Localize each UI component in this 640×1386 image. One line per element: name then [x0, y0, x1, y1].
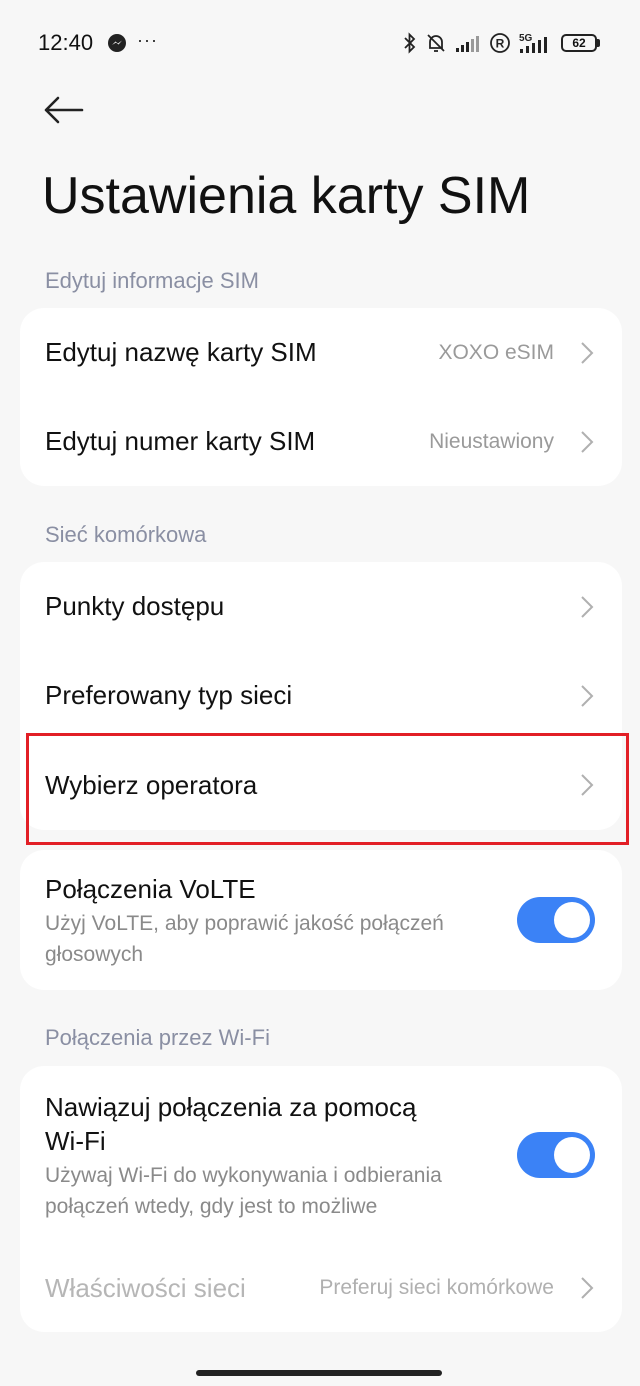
- network-type-label: 5G: [519, 33, 533, 44]
- battery-level: 62: [561, 34, 597, 52]
- section-label-wifi-calling: Połączenia przez Wi-Fi: [45, 1025, 270, 1050]
- more-notifications-icon: ···: [137, 30, 158, 50]
- roaming-icon: R: [490, 33, 510, 53]
- card-volte: Połączenia VoLTE Użyj VoLTE, aby poprawi…: [20, 850, 622, 990]
- highlight-box: [26, 733, 629, 845]
- toggle-knob: [554, 902, 590, 938]
- row-subtitle-2: głosowych: [45, 943, 144, 966]
- card-sim-info: Edytuj nazwę karty SIM XOXO eSIM Edytuj …: [20, 308, 622, 486]
- row-label: Połączenia VoLTE: [45, 874, 256, 904]
- edit-sim-number-row[interactable]: Edytuj numer karty SIM Nieustawiony: [20, 397, 622, 486]
- row-label: Edytuj numer karty SIM: [45, 426, 316, 456]
- battery-icon: 62: [561, 34, 600, 52]
- page-title: Ustawienia karty SIM: [42, 167, 531, 225]
- row-subtitle: Użyj VoLTE, aby poprawić jakość połączeń: [45, 912, 444, 935]
- chevron-right-icon: [581, 595, 594, 618]
- bell-muted-icon: [427, 34, 445, 52]
- messenger-icon: [108, 34, 126, 52]
- chevron-right-icon: [581, 430, 594, 453]
- wifi-calling-row[interactable]: Nawiązuj połączenia za pomocą Wi-Fi Używ…: [20, 1066, 622, 1244]
- access-points-row[interactable]: Punkty dostępu: [20, 562, 622, 651]
- edit-sim-name-row[interactable]: Edytuj nazwę karty SIM XOXO eSIM: [20, 308, 622, 397]
- status-bar: 12:40 ··· R 5G 62: [0, 0, 640, 86]
- back-arrow-icon[interactable]: [40, 90, 88, 130]
- row-subtitle-2: połączeń wtedy, gdy jest to możliwe: [45, 1195, 378, 1218]
- home-indicator[interactable]: [196, 1370, 442, 1376]
- network-properties-row[interactable]: Właściwości sieci Preferuj sieci komórko…: [20, 1244, 622, 1332]
- status-icons: R 5G 62: [403, 28, 600, 58]
- row-label: Właściwości sieci: [45, 1272, 246, 1303]
- signal-5g-icon: 5G: [519, 33, 547, 53]
- row-subtitle: Używaj Wi-Fi do wykonywania i odbierania: [45, 1164, 442, 1187]
- svg-text:R: R: [496, 37, 505, 51]
- volte-row[interactable]: Połączenia VoLTE Użyj VoLTE, aby poprawi…: [20, 850, 622, 990]
- section-label-mobile-network: Sieć komórkowa: [45, 522, 207, 547]
- row-value: Nieustawiony: [429, 429, 554, 453]
- row-label: Preferowany typ sieci: [45, 680, 293, 710]
- row-value: XOXO eSIM: [438, 340, 554, 364]
- row-label: Punkty dostępu: [45, 591, 225, 621]
- volte-toggle[interactable]: [517, 897, 595, 943]
- chevron-right-icon: [581, 684, 594, 707]
- bluetooth-icon: [404, 32, 416, 54]
- row-label: Edytuj nazwę karty SIM: [45, 337, 317, 367]
- chevron-right-icon: [581, 341, 594, 364]
- status-time: 12:40: [38, 30, 94, 55]
- row-label: Nawiązuj połączenia za pomocą: [45, 1092, 417, 1122]
- wifi-calling-toggle[interactable]: [517, 1132, 595, 1178]
- toggle-knob: [554, 1137, 590, 1173]
- preferred-network-type-row[interactable]: Preferowany typ sieci: [20, 651, 622, 740]
- chevron-right-icon: [581, 1277, 594, 1299]
- signal-icon: [456, 36, 479, 52]
- section-label-sim-info: Edytuj informacje SIM: [45, 268, 259, 293]
- card-wifi-calling: Nawiązuj połączenia za pomocą Wi-Fi Używ…: [20, 1066, 622, 1332]
- row-value: Preferuj sieci komórkowe: [319, 1276, 554, 1299]
- row-label-2: Wi-Fi: [45, 1126, 106, 1156]
